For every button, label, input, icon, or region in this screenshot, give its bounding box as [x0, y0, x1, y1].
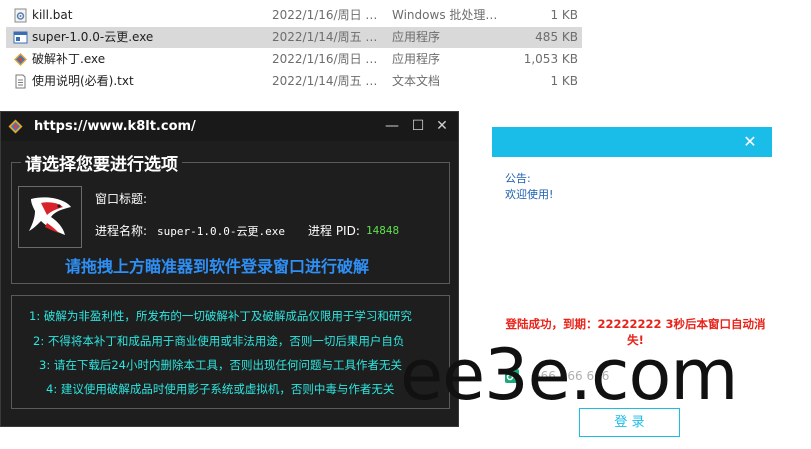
- login-title-bar[interactable]: [492, 127, 772, 157]
- file-size: 1,053 KB: [523, 52, 578, 66]
- notice-line: 2: 不得将本补丁和成品用于商业使用或非法用途，否则一切后果用户自负: [33, 334, 405, 348]
- window-title: https://www.k8lt.com/: [34, 119, 196, 134]
- crack-tool-window: https://www.k8lt.com/ — ☐ ✕ 请选择您要进行选项 窗口…: [0, 111, 459, 427]
- file-date: 2022/1/16/周日 …: [272, 52, 378, 66]
- window-title-label: 窗口标题:: [95, 192, 148, 206]
- file-row-selected[interactable]: super-1.0.0-云更.exe 2022/1/14/周五 … 应用程序 4…: [0, 27, 811, 48]
- process-name-label: 进程名称:: [95, 224, 148, 238]
- file-name: 使用说明(必看).txt: [32, 74, 134, 88]
- title-bar[interactable]: https://www.k8lt.com/ — ☐ ✕: [1, 112, 458, 141]
- process-name-value: super-1.0.0-云更.exe: [157, 225, 285, 238]
- close-button[interactable]: ✕: [431, 116, 453, 136]
- file-date: 2022/1/16/周日 …: [272, 8, 378, 22]
- pid-label: 进程 PID:: [308, 224, 360, 238]
- batch-file-icon: [14, 8, 27, 23]
- file-row[interactable]: 使用说明(必看).txt 2022/1/14/周五 … 文本文档 1 KB: [0, 71, 811, 92]
- file-name: kill.bat: [32, 8, 73, 22]
- shark-logo-icon: [29, 197, 71, 235]
- notice-line: 3: 请在下载后24小时内删除本工具，否则出现任何问题与工具作者无关: [39, 358, 402, 372]
- pid-value-wrap: 14848: [366, 223, 399, 237]
- pid-value: 14848: [366, 224, 400, 237]
- notice-line: 4: 建议使用破解成品时使用影子系统或虚拟机，否则中毒与作者无关: [46, 382, 395, 396]
- login-close-button[interactable]: ✕: [742, 132, 758, 152]
- watermark: ee3e.com: [400, 334, 738, 416]
- file-size: 485 KB: [535, 30, 578, 44]
- text-file-icon: [15, 74, 26, 89]
- file-type: 应用程序: [392, 52, 441, 66]
- file-name: 破解补丁.exe: [32, 52, 106, 66]
- file-size: 1 KB: [550, 8, 578, 22]
- file-type: 文本文档: [392, 74, 441, 88]
- process-name-value-wrap: super-1.0.0-云更.exe: [157, 223, 285, 239]
- file-name: super-1.0.0-云更.exe: [32, 30, 154, 44]
- announcement-body: 欢迎使用!: [505, 188, 554, 201]
- file-row[interactable]: 破解补丁.exe 2022/1/16/周日 … 应用程序 1,053 KB: [0, 49, 811, 70]
- announcement-title: 公告:: [505, 172, 531, 185]
- app-logo-icon: [8, 119, 23, 134]
- file-date: 2022/1/14/周五 …: [272, 30, 378, 44]
- file-date: 2022/1/14/周五 …: [272, 74, 378, 88]
- notice-line: 1: 破解为非盈利性，所发布的一切破解补丁及破解成品仅限用于学习和研究: [29, 309, 412, 323]
- colorful-app-icon: [14, 53, 27, 66]
- group-title: 请选择您要进行选项: [21, 150, 182, 175]
- target-crosshair[interactable]: [18, 186, 82, 248]
- file-row[interactable]: kill.bat 2022/1/16/周日 … Windows 批处理… 1 K…: [0, 5, 811, 26]
- drag-hint: 请拖拽上方瞄准器到软件登录窗口进行破解: [65, 257, 370, 276]
- file-type: 应用程序: [392, 30, 441, 44]
- file-size: 1 KB: [550, 74, 578, 88]
- maximize-button[interactable]: ☐: [407, 116, 429, 136]
- minimize-button[interactable]: —: [381, 116, 403, 136]
- exe-window-icon: [13, 31, 28, 44]
